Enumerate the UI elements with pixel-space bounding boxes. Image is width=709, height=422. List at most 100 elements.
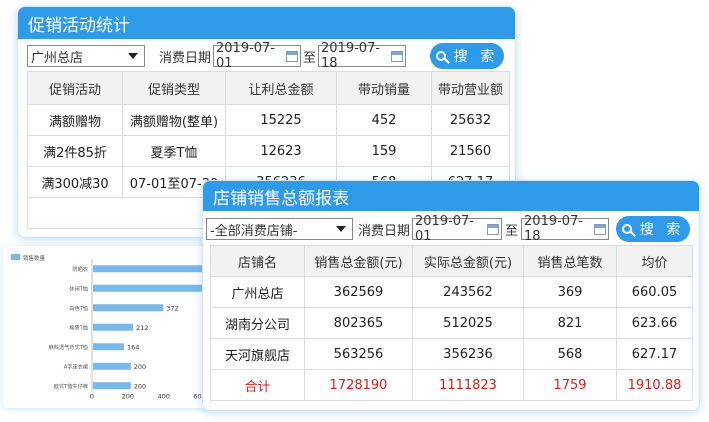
bar [93, 343, 124, 351]
table-cell: 满2件85折 [27, 135, 123, 167]
promo-col-header: 带动销量 [336, 71, 432, 105]
x-tick-label: 200 [122, 393, 134, 401]
legend-label: 销售数量 [23, 254, 46, 262]
table-cell: 452 [336, 104, 432, 136]
sales-store-value: -全部消费店铺- [210, 223, 298, 239]
table-cell: 159 [336, 135, 432, 167]
x-tick-label: 400 [158, 393, 170, 401]
table-row: 满额赠物 满额赠物(整单) 15225 452 25632 [27, 104, 510, 136]
table-row: 满2件85折 夏季T恤 12623 159 21560 [27, 135, 510, 167]
sales-col-header: 销售总金额(元) [304, 245, 413, 277]
table-cell: 广州总店 [210, 276, 305, 308]
total-cell: 1910.88 [616, 369, 693, 401]
sales-title: 店铺销售总额报表 [213, 188, 349, 209]
category-label: 白色T恤 [69, 304, 88, 312]
sales-store-select[interactable]: -全部消费店铺- [206, 218, 353, 240]
table-cell: 512025 [412, 307, 524, 339]
promo-search-button[interactable]: 搜 索 [430, 43, 505, 69]
data-label: 200 [134, 363, 146, 371]
legend-swatch [11, 254, 20, 260]
sales-col-header: 店铺名 [210, 245, 305, 277]
table-cell: 满额赠物(整单) [122, 104, 226, 136]
bar [93, 304, 164, 312]
sales-title-bar: 店铺销售总额报表 [203, 181, 699, 211]
bar [93, 265, 211, 273]
promo-toolbar: 广州总店 消费日期 2019-07-01 至 2019-07-18 搜 索 [27, 41, 505, 71]
promo-date-to[interactable]: 2019-07-18 [318, 41, 407, 71]
table-cell: 660.05 [616, 276, 693, 308]
sales-quantity-chart-card: 销售数量防晒衣休闲T恤白色T恤 372 棉质T恤 212 麻料透气背式T恤 164 A字连衣… [3, 246, 213, 408]
calendar-icon[interactable] [391, 50, 404, 62]
promo-date-from[interactable]: 2019-07-01 [213, 41, 302, 71]
sales-table: 店铺名 销售总金额(元) 实际总金额(元) 销售总笔数 均价 广州总店 3625… [210, 245, 693, 401]
category-label: A字连衣裙 [64, 362, 88, 370]
bar [93, 362, 131, 370]
promo-date-label: 消费日期 [159, 50, 212, 66]
sales-toolbar: -全部消费店铺- 消费日期 2019-07-01 至 2019-07-18 搜 … [206, 214, 691, 244]
search-icon [621, 224, 632, 234]
search-icon [435, 51, 446, 61]
promo-date-to-value: 2019-07-18 [321, 41, 381, 71]
table-cell: 天河旗舰店 [210, 338, 305, 370]
sales-quantity-chart: 销售数量防晒衣休闲T恤白色T恤 372 棉质T恤 212 麻料透气背式T恤 164 A字连衣… [11, 254, 211, 401]
promo-store-select[interactable]: 广州总店 [27, 45, 145, 67]
table-cell: 362569 [304, 276, 413, 308]
bar [93, 382, 131, 390]
sales-date-from[interactable]: 2019-07-01 [412, 214, 503, 244]
table-cell: 356236 [412, 338, 524, 370]
calendar-icon[interactable] [286, 50, 299, 62]
data-label: 372 [166, 304, 178, 312]
sales-to-label: 至 [505, 223, 519, 239]
table-cell: 821 [523, 307, 617, 339]
data-label: 164 [127, 343, 139, 351]
promo-col-header: 促销活动 [27, 71, 123, 105]
calendar-icon[interactable] [486, 223, 500, 235]
total-cell: 合计 [210, 369, 305, 401]
table-cell: 25632 [431, 104, 510, 136]
total-row: 合计 1728190 1111823 1759 1910.88 [210, 369, 693, 401]
table-cell: 568 [523, 338, 617, 370]
total-cell: 1759 [523, 369, 617, 401]
calendar-icon[interactable] [594, 223, 607, 235]
sales-col-header: 销售总笔数 [523, 245, 617, 277]
table-cell: 802365 [304, 307, 413, 339]
data-label: 212 [136, 324, 148, 332]
table-cell: 623.66 [616, 307, 693, 339]
category-label: 欧式T恤牛仔裤 [54, 382, 88, 390]
sales-search-label: 搜 索 [639, 222, 685, 238]
table-cell: 243562 [412, 276, 524, 308]
promo-date-from-value: 2019-07-01 [216, 41, 276, 71]
total-cell: 1111823 [412, 369, 524, 401]
promo-col-header: 让利总金额 [225, 71, 337, 105]
sales-search-button[interactable]: 搜 索 [616, 216, 691, 242]
promo-to-label: 至 [303, 50, 317, 66]
category-label: 棉质T恤 [69, 323, 88, 331]
promo-store-value: 广州总店 [31, 50, 84, 66]
x-tick-label: 0 [90, 393, 94, 401]
table-row: 湖南分公司 802365 512025 821 623.66 [210, 307, 693, 339]
table-cell: 湖南分公司 [210, 307, 305, 339]
bar [93, 323, 134, 331]
sales-date-to[interactable]: 2019-07-18 [521, 214, 610, 244]
category-label: 防晒衣 [72, 265, 88, 273]
promo-col-header: 带动营业额 [431, 71, 510, 105]
table-row: 广州总店 362569 243562 369 660.05 [210, 276, 693, 308]
sales-date-from-value: 2019-07-01 [415, 214, 475, 244]
data-label: 200 [134, 382, 146, 390]
sales-date-to-value: 2019-07-18 [524, 214, 584, 244]
promo-title-bar: 促销活动统计 [18, 7, 515, 39]
category-label: 休闲T恤 [69, 284, 88, 292]
sales-col-header: 实际总金额(元) [412, 245, 524, 277]
table-cell: 563256 [304, 338, 413, 370]
category-label: 麻料透气背式T恤 [49, 343, 88, 351]
table-cell: 夏季T恤 [122, 135, 226, 167]
chevron-down-icon [128, 53, 138, 59]
total-cell: 1728190 [304, 369, 413, 401]
table-cell: 15225 [225, 104, 337, 136]
table-cell: 12623 [225, 135, 337, 167]
chevron-down-icon [336, 226, 346, 232]
table-cell: 21560 [431, 135, 510, 167]
table-cell: 369 [523, 276, 617, 308]
sales-col-header: 均价 [616, 245, 693, 277]
sales-panel: 店铺销售总额报表 -全部消费店铺- 消费日期 2019-07-01 至 2019… [202, 180, 700, 411]
